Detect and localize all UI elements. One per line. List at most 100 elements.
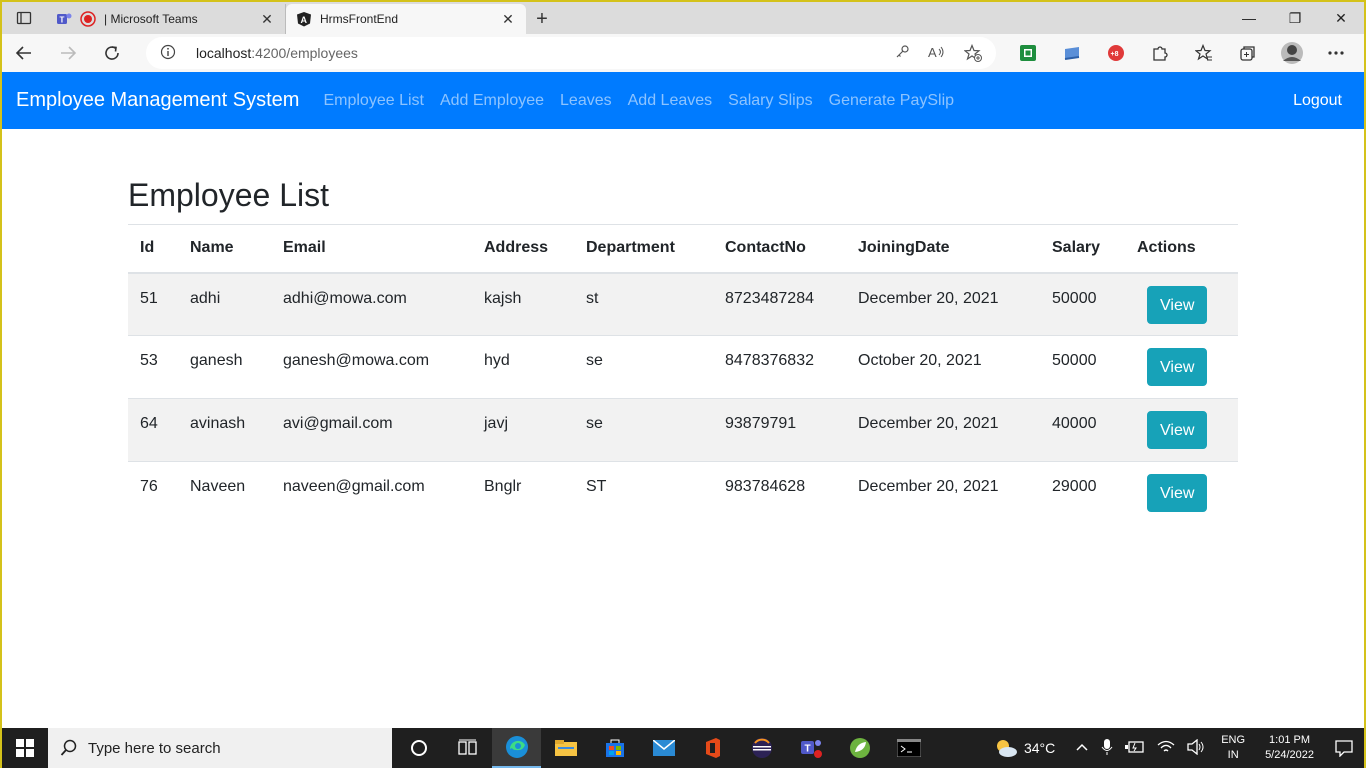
language-indicator[interactable]: ENG IN bbox=[1221, 733, 1245, 763]
windows-logo-icon bbox=[16, 739, 34, 757]
nav-link-generate-payslip[interactable]: Generate PaySlip bbox=[829, 92, 954, 110]
key-icon[interactable] bbox=[894, 44, 910, 60]
logout-link[interactable]: Logout bbox=[1293, 92, 1342, 110]
cell-salary: 29000 bbox=[1040, 461, 1125, 525]
clock[interactable]: 1:01 PM 5/24/2022 bbox=[1265, 733, 1314, 763]
url-host: localhost bbox=[196, 45, 252, 61]
cell-joiningdate: December 20, 2021 bbox=[846, 461, 1040, 525]
weather-cloud-sun-icon bbox=[996, 740, 1017, 757]
eclipse-icon[interactable] bbox=[737, 728, 786, 768]
chevron-up-icon[interactable] bbox=[1075, 741, 1089, 755]
table-row: 51 adhi adhi@mowa.com kajsh st 872348728… bbox=[128, 272, 1238, 336]
favorites-icon[interactable] bbox=[1182, 44, 1226, 62]
tab-title: HrmsFrontEnd bbox=[320, 12, 399, 26]
cell-id: 51 bbox=[128, 272, 178, 336]
cell-actions: View bbox=[1125, 335, 1238, 399]
collections-icon[interactable] bbox=[1226, 44, 1270, 62]
cortana-icon[interactable] bbox=[394, 728, 443, 768]
clock-date: 5/24/2022 bbox=[1265, 749, 1314, 761]
nav-link-add-leaves[interactable]: Add Leaves bbox=[628, 92, 713, 110]
nav-link-leaves[interactable]: Leaves bbox=[560, 92, 612, 110]
terminal-icon[interactable] bbox=[884, 728, 933, 768]
cell-address: hyd bbox=[472, 335, 574, 399]
weather-widget[interactable]: 34°C bbox=[994, 738, 1055, 758]
spring-tools-icon[interactable] bbox=[835, 728, 884, 768]
column-header-salary: Salary bbox=[1040, 224, 1125, 274]
navbar-brand[interactable]: Employee Management System bbox=[16, 89, 299, 112]
svg-text:A: A bbox=[928, 45, 937, 60]
cell-contactno: 8478376832 bbox=[713, 335, 846, 399]
table-row: 76 Naveen naveen@gmail.com Bnglr ST 9837… bbox=[128, 461, 1238, 525]
read-aloud-icon[interactable]: A bbox=[928, 44, 946, 60]
close-tab-icon[interactable]: ✕ bbox=[259, 11, 275, 28]
forward-button[interactable] bbox=[46, 36, 90, 70]
column-header-id: Id bbox=[128, 224, 178, 274]
cell-email: ganesh@mowa.com bbox=[271, 335, 472, 399]
cell-department: ST bbox=[574, 461, 713, 525]
page-title: Employee List bbox=[128, 177, 329, 213]
window-controls: — ❐ ✕ bbox=[1226, 2, 1364, 34]
back-button[interactable] bbox=[2, 36, 46, 70]
clock-time: 1:01 PM bbox=[1269, 734, 1311, 746]
view-button[interactable]: View bbox=[1147, 411, 1208, 449]
start-button[interactable] bbox=[2, 728, 48, 768]
refresh-button[interactable] bbox=[90, 36, 134, 70]
site-info-icon[interactable] bbox=[160, 44, 180, 63]
minimize-button[interactable]: — bbox=[1226, 2, 1272, 34]
column-header-joiningdate: JoiningDate bbox=[846, 224, 1040, 274]
svg-text:T: T bbox=[60, 16, 65, 25]
language-region: IN bbox=[1227, 749, 1239, 761]
cell-address: javj bbox=[472, 398, 574, 462]
cell-salary: 50000 bbox=[1040, 272, 1125, 336]
battery-icon[interactable] bbox=[1125, 740, 1145, 757]
cell-department: st bbox=[574, 272, 713, 336]
task-view-icon[interactable] bbox=[443, 728, 492, 768]
extension-green-icon[interactable] bbox=[1006, 45, 1050, 61]
office-icon[interactable] bbox=[688, 728, 737, 768]
main-content: Employee List Id Name Email Address Depa… bbox=[128, 177, 1238, 525]
notification-center-button[interactable] bbox=[1324, 739, 1364, 757]
address-bar[interactable]: localhost:4200/employees A bbox=[146, 37, 996, 69]
view-button[interactable]: View bbox=[1147, 474, 1208, 512]
cell-contactno: 93879791 bbox=[713, 398, 846, 462]
extension-red-icon[interactable]: +8 bbox=[1094, 44, 1138, 62]
view-button[interactable]: View bbox=[1147, 348, 1208, 386]
cell-salary: 50000 bbox=[1040, 335, 1125, 399]
teams-taskbar-icon[interactable]: T bbox=[786, 728, 835, 768]
extensions-puzzle-icon[interactable] bbox=[1138, 44, 1182, 62]
view-button[interactable]: View bbox=[1147, 285, 1208, 324]
tab-actions-button[interactable] bbox=[2, 2, 46, 34]
new-tab-button[interactable]: + bbox=[526, 4, 558, 34]
file-explorer-icon[interactable] bbox=[541, 728, 590, 768]
profile-avatar[interactable] bbox=[1270, 41, 1314, 65]
search-placeholder: Type here to search bbox=[88, 739, 221, 757]
restore-button[interactable]: ❐ bbox=[1272, 2, 1318, 34]
volume-icon[interactable] bbox=[1187, 738, 1205, 758]
table-header-row: Id Name Email Address Department Contact… bbox=[128, 224, 1238, 274]
favorite-star-icon[interactable] bbox=[964, 44, 982, 62]
tab-hrmsfrontend[interactable]: A HrmsFrontEnd ✕ bbox=[286, 4, 526, 34]
taskbar-apps: T bbox=[394, 728, 933, 768]
table-row: 53 ganesh ganesh@mowa.com hyd se 8478376… bbox=[128, 335, 1238, 399]
nav-link-add-employee[interactable]: Add Employee bbox=[440, 92, 544, 110]
edge-icon[interactable] bbox=[492, 728, 541, 768]
cell-actions: View bbox=[1125, 398, 1238, 462]
nav-link-employee-list[interactable]: Employee List bbox=[323, 92, 424, 110]
settings-more-icon[interactable] bbox=[1314, 50, 1358, 56]
mail-icon[interactable] bbox=[639, 728, 688, 768]
microphone-icon[interactable] bbox=[1101, 738, 1113, 759]
close-window-button[interactable]: ✕ bbox=[1318, 2, 1364, 34]
browser-tab-strip: T | Microsoft Teams ✕ A HrmsFrontEnd ✕ +… bbox=[2, 2, 1364, 34]
extension-book-icon[interactable] bbox=[1050, 45, 1094, 61]
wifi-icon[interactable] bbox=[1157, 740, 1175, 757]
search-icon bbox=[60, 739, 77, 756]
close-tab-icon[interactable]: ✕ bbox=[500, 11, 516, 28]
tab-microsoft-teams[interactable]: T | Microsoft Teams ✕ bbox=[46, 4, 286, 34]
url-text: localhost:4200/employees bbox=[196, 45, 894, 61]
store-icon[interactable] bbox=[590, 728, 639, 768]
nav-link-salary-slips[interactable]: Salary Slips bbox=[728, 92, 812, 110]
taskbar-search-box[interactable]: Type here to search bbox=[48, 728, 392, 768]
recording-icon bbox=[80, 11, 96, 27]
notification-icon bbox=[1335, 740, 1353, 757]
column-header-actions: Actions bbox=[1125, 224, 1238, 274]
